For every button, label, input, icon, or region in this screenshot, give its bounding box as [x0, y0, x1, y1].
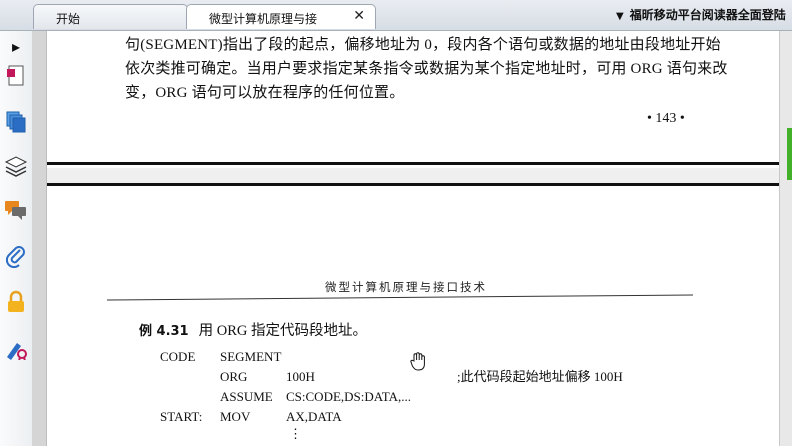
code-op: SEGMENT [220, 349, 282, 364]
promo-label: 福昕移动平台阅读器全面登陆 [629, 8, 786, 22]
tab-document-label: 微型计算机原理与接 [209, 12, 318, 26]
pdf-page-144: 微型计算机原理与接口技术 例 4.31 用 ORG 指定代码段地址。 CODE S… [47, 186, 779, 446]
code-op: ASSUME [220, 389, 273, 404]
scroll-handle[interactable] [787, 128, 792, 180]
paragraph-line-1: 句(SEGMENT)指出了段的起点，偏移地址为 0，段内各个语句或数据的地址由段… [125, 37, 721, 53]
expand-panel-icon[interactable]: ▸ [3, 33, 29, 59]
paragraph-line-2: 依次类推可确定。当用户要求指定某条指令或数据为某个指定地址时，可用 ORG 语句… [125, 61, 728, 77]
tab-bar: 开始 微型计算机原理与接 ✕ ▼ 福昕移动平台阅读器全面登陆 [0, 0, 792, 31]
code-ellipsis: ⋮ [289, 426, 302, 441]
page-gap [47, 170, 779, 184]
code-label: START: [160, 409, 203, 424]
lock-icon[interactable] [3, 289, 29, 315]
comments-icon[interactable] [3, 197, 29, 223]
code-args: AX,DATA [286, 409, 342, 424]
code-args: CS:CODE,DS:DATA,... [286, 389, 412, 404]
layers-icon[interactable] [3, 153, 29, 179]
running-head: 微型计算机原理与接口技术 [325, 282, 487, 294]
pages-icon[interactable] [3, 109, 29, 135]
tab-document[interactable]: 微型计算机原理与接 ✕ [186, 4, 376, 29]
close-icon[interactable]: ✕ [353, 9, 365, 23]
signature-icon[interactable] [3, 335, 29, 361]
example-title: 用 ORG 指定代码段地址。 [198, 323, 367, 339]
example-heading: 例 4.31 用 ORG 指定代码段地址。 [139, 319, 367, 340]
hand-cursor-icon [410, 352, 425, 371]
page-number: • 143 • [647, 111, 685, 126]
panel-splitter[interactable] [32, 31, 47, 446]
vertical-scrollbar[interactable] [779, 31, 792, 446]
dropdown-caret-icon[interactable]: ▼ [616, 11, 624, 22]
code-args: 100H [286, 369, 315, 384]
pdf-page-143: 句(SEGMENT)指出了段的起点，偏移地址为 0，段内各个语句或数据的地址由段… [47, 31, 779, 168]
header-rule [107, 294, 693, 301]
code-op: ORG [220, 369, 248, 384]
attachment-icon[interactable] [3, 243, 29, 269]
tab-start[interactable]: 开始 [33, 4, 188, 29]
page-thumbnail-icon[interactable] [3, 63, 29, 89]
promo-banner[interactable]: ▼ 福昕移动平台阅读器全面登陆 [602, 0, 792, 30]
tab-start-label: 开始 [56, 12, 81, 26]
page-edge-bottom [47, 162, 779, 165]
left-toolbar: ▸ [0, 31, 33, 446]
code-comment: ;此代码段起始地址偏移 100H [457, 369, 623, 384]
code-label: CODE [160, 349, 196, 364]
example-label: 例 4.31 [139, 324, 189, 339]
code-op: MOV [220, 409, 251, 424]
paragraph-line-3: 变，ORG 语句可以放在程序的任何位置。 [125, 85, 405, 101]
